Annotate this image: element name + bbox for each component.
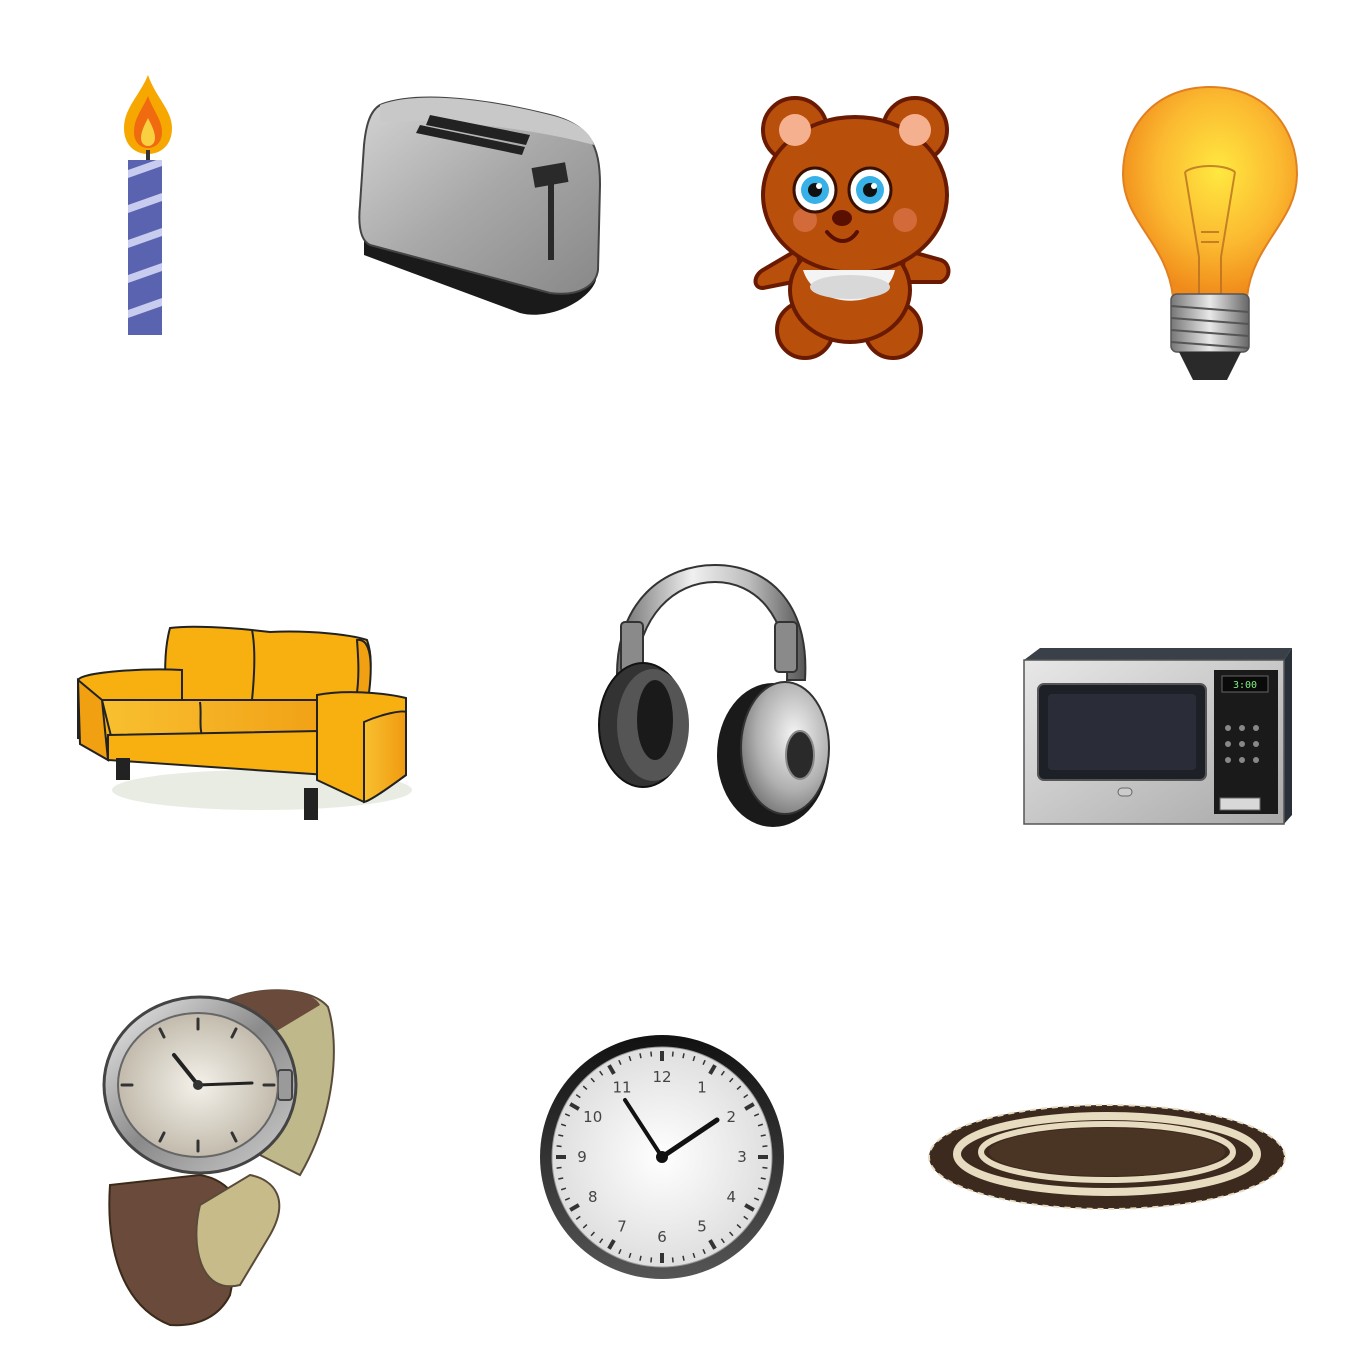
- clock-tick: [671, 1257, 674, 1263]
- clock-number: 7: [617, 1217, 627, 1235]
- clock-number: 12: [652, 1068, 671, 1086]
- clock-tick: [760, 1177, 766, 1180]
- clock-tick: [762, 1145, 768, 1148]
- clock-number: 2: [727, 1108, 737, 1126]
- clock-tick: [639, 1255, 642, 1261]
- clock-number: 4: [727, 1188, 737, 1206]
- clock-tick: [650, 1257, 653, 1263]
- clock-tick: [760, 1134, 766, 1137]
- clock-tick: [682, 1053, 685, 1059]
- clock-tick: [558, 1177, 564, 1180]
- rug-icon: [925, 1100, 1290, 1215]
- microwave-icon: 3:00: [1020, 640, 1300, 830]
- clock-number: 10: [583, 1108, 602, 1126]
- candle-icon: [110, 70, 190, 340]
- wristwatch-icon: [100, 985, 340, 1330]
- clock-number: 8: [588, 1188, 598, 1206]
- wall-clock-icon: 12 1 2 3 4 5 6 7 8 9 10 11: [535, 1030, 790, 1285]
- clock-number: 9: [577, 1148, 587, 1166]
- clock-tick: [558, 1134, 564, 1137]
- toaster-icon: [350, 85, 610, 325]
- sofa-icon: [72, 620, 417, 830]
- clock-tick: [671, 1051, 674, 1057]
- clock-number: 11: [612, 1079, 631, 1097]
- teddy-bear-icon: [745, 90, 965, 365]
- light-bulb-icon: [1115, 82, 1305, 387]
- clock-tick: [682, 1255, 685, 1261]
- clock-tick: [650, 1051, 653, 1057]
- clock-number: 5: [697, 1217, 707, 1235]
- headphones-icon: [595, 560, 835, 830]
- clock-number: 1: [697, 1079, 707, 1097]
- clock-number: 6: [657, 1228, 667, 1246]
- clock-tick: [762, 1166, 768, 1169]
- clock-tick: [556, 1145, 562, 1148]
- microwave-display: 3:00: [1233, 680, 1257, 691]
- clock-number: 3: [737, 1148, 747, 1166]
- clock-tick: [556, 1166, 562, 1169]
- clock-tick: [639, 1053, 642, 1059]
